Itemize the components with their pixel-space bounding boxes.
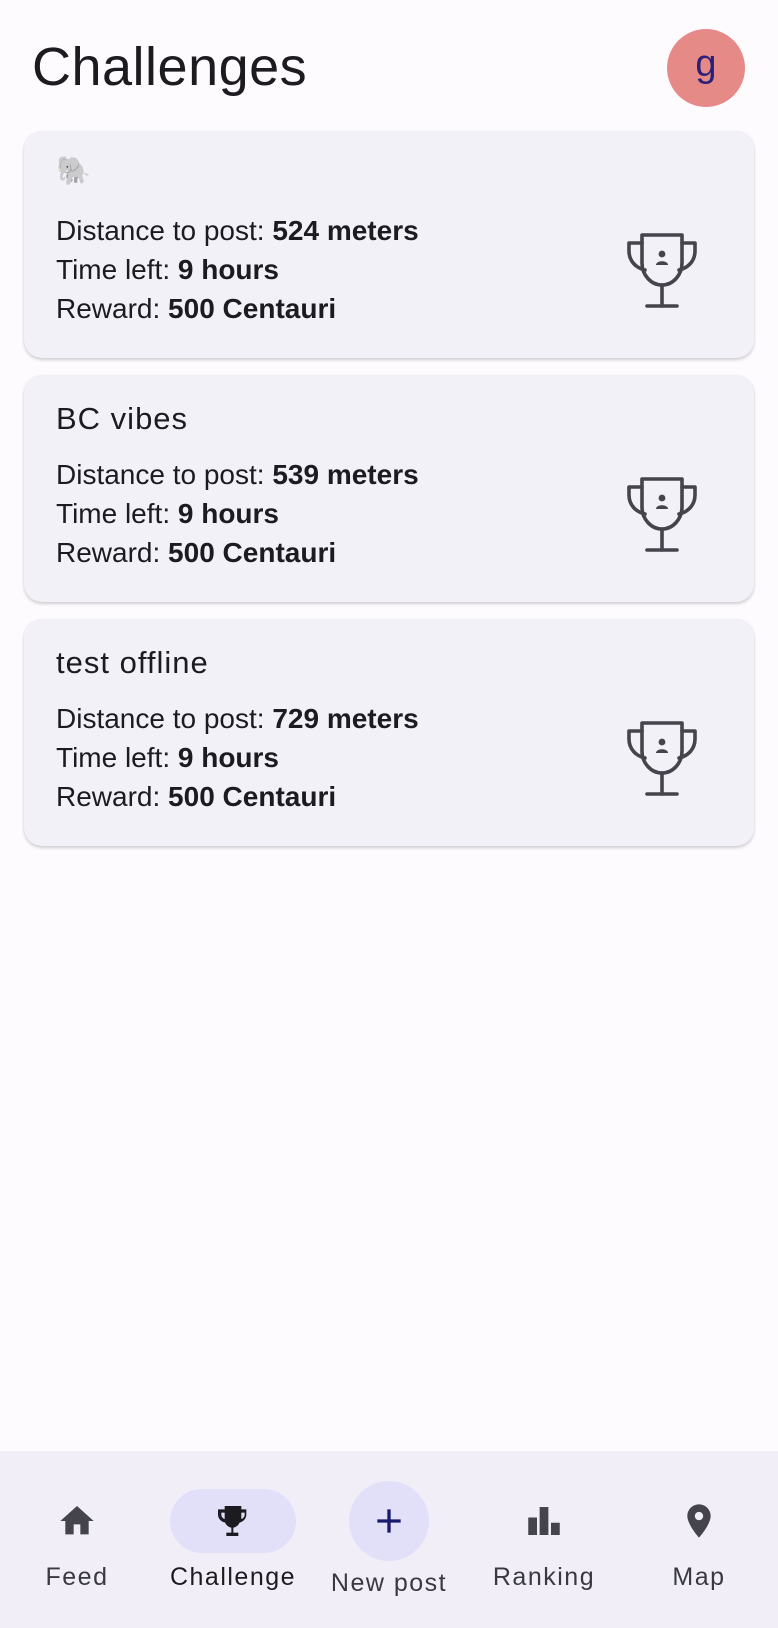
nav-label: Feed (45, 1563, 109, 1591)
challenge-card[interactable]: 🐘 Distance to post: 524 meters Time left… (24, 131, 754, 358)
challenge-info: Distance to post: 524 meters Time left: … (56, 211, 419, 328)
time-row: Time left: 9 hours (56, 250, 419, 289)
nav-icon-container (636, 1489, 762, 1553)
challenge-info: Distance to post: 539 meters Time left: … (56, 455, 419, 572)
distance-value: 539 meters (272, 459, 419, 490)
new-post-fab (349, 1481, 429, 1561)
distance-row: Distance to post: 524 meters (56, 211, 419, 250)
trophy-icon (627, 233, 697, 308)
trophy-icon (627, 477, 697, 552)
reward-row: Reward: 500 Centauri (56, 777, 419, 816)
distance-label: Distance to post: (56, 215, 273, 246)
time-row: Time left: 9 hours (56, 494, 419, 533)
distance-value: 524 meters (272, 215, 419, 246)
time-value: 9 hours (177, 742, 280, 773)
time-value: 9 hours (177, 254, 280, 285)
header: Challenges g (0, 0, 778, 130)
reward-value: 500 Centauri (168, 781, 337, 812)
reward-row: Reward: 500 Centauri (56, 289, 419, 328)
page-title: Challenges (32, 37, 308, 97)
app-root: Challenges g 🐘 Distance to post: 524 met… (0, 0, 778, 1628)
trophy-icon (218, 1506, 247, 1536)
distance-label: Distance to post: (56, 459, 273, 490)
reward-value: 500 Centauri (168, 537, 337, 568)
bottom-navigation: Feed Challenge New post Ranking Map (0, 1451, 778, 1628)
home-icon (60, 1506, 94, 1535)
time-label: Time left: (56, 498, 178, 529)
nav-label: Challenge (169, 1563, 297, 1591)
nav-item-challenge[interactable]: Challenge (158, 1451, 308, 1628)
time-row: Time left: 9 hours (56, 738, 419, 777)
trophy-icon (627, 721, 697, 796)
time-label: Time left: (56, 742, 178, 773)
reward-value: 500 Centauri (168, 293, 337, 324)
distance-row: Distance to post: 729 meters (56, 699, 419, 738)
nav-label: Ranking (492, 1563, 596, 1591)
plus-icon (377, 1509, 401, 1533)
challenge-title: test offline (56, 645, 209, 680)
distance-value: 729 meters (272, 703, 419, 734)
reward-row: Reward: 500 Centauri (56, 533, 419, 572)
nav-item-ranking[interactable]: Ranking (469, 1451, 619, 1628)
nav-item-feed[interactable]: Feed (2, 1451, 152, 1628)
distance-label: Distance to post: (56, 703, 273, 734)
nav-icon-container (14, 1489, 140, 1553)
nav-item-map[interactable]: Map (624, 1451, 774, 1628)
challenge-info: Distance to post: 729 meters Time left: … (56, 699, 419, 816)
challenge-card[interactable]: test offline Distance to post: 729 meter… (24, 619, 754, 846)
reward-label: Reward: (56, 781, 169, 812)
challenge-title: BC vibes (56, 401, 189, 436)
nav-label: New post (330, 1569, 448, 1597)
reward-label: Reward: (56, 293, 169, 324)
distance-row: Distance to post: 539 meters (56, 455, 419, 494)
time-label: Time left: (56, 254, 178, 285)
avatar[interactable]: g (667, 29, 745, 107)
avatar-initial: g (695, 42, 717, 85)
reward-label: Reward: (56, 537, 169, 568)
challenge-card[interactable]: BC vibes Distance to post: 539 meters Ti… (24, 375, 754, 602)
nav-active-indicator (170, 1489, 296, 1553)
location-pin-icon (687, 1504, 711, 1538)
challenge-title: 🐘 (56, 155, 92, 186)
nav-item-new-post[interactable]: New post (314, 1451, 464, 1628)
bar-chart-icon (528, 1507, 560, 1535)
time-value: 9 hours (177, 498, 280, 529)
nav-icon-container (481, 1489, 607, 1553)
nav-label: Map (672, 1563, 726, 1591)
